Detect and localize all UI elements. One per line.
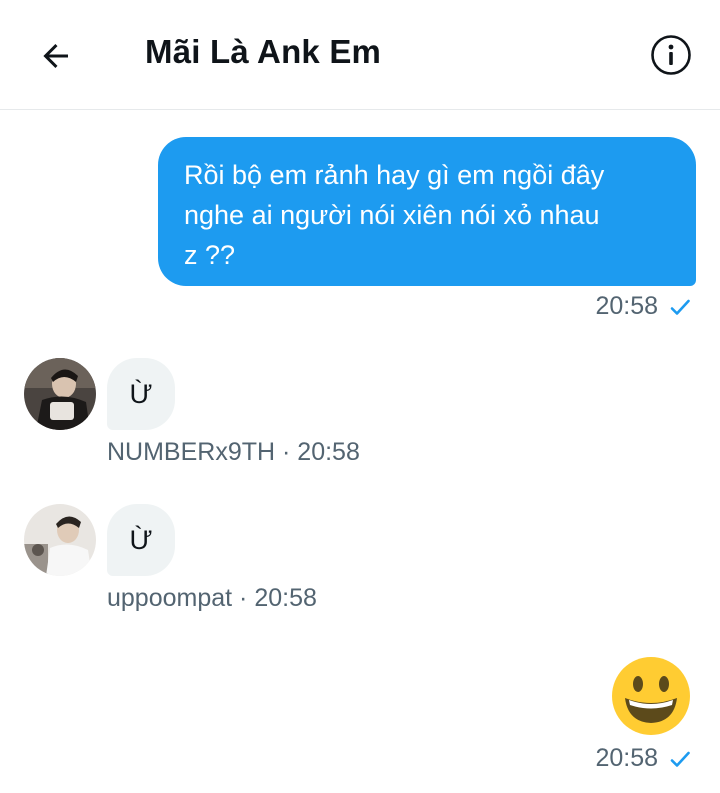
conversation-header: Mãi Là Ank Em [0,0,720,110]
avatar[interactable] [24,358,96,430]
message-time: 20:58 [297,438,360,466]
meta-separator: · [275,438,298,466]
message-time: 20:58 [595,292,658,320]
message-text: Ừ [129,524,153,555]
conversation-title: Mãi Là Ank Em [145,33,382,70]
message-meta: 20:58 [595,292,692,321]
grinning-face-emoji[interactable] [611,656,691,736]
message-time: 20:58 [595,744,658,772]
sender-name[interactable]: NUMBERx9TH [107,438,275,466]
outgoing-message-bubble[interactable]: Rồi bộ em rảnh hay gì em ngồi đây nghe a… [158,137,696,286]
incoming-message-bubble[interactable]: Ừ [107,358,175,430]
check-icon [670,751,690,767]
check-icon [670,299,690,315]
avatar[interactable] [24,504,96,576]
info-button[interactable] [649,33,693,77]
message-line: z ?? [184,240,236,270]
message-text: Ừ [129,378,153,409]
info-circle-icon [651,35,691,75]
avatar-photo [24,358,96,430]
message-line: Rồi bộ em rảnh hay gì em ngồi đây [184,160,605,190]
arrow-left-icon [43,44,68,68]
avatar-photo [24,504,96,576]
back-button[interactable] [34,34,78,78]
message-time: 20:58 [254,584,317,612]
message-meta: NUMBERx9TH · 20:58 [107,438,360,467]
message-line: nghe ai người nói xiên nói xỏ nhau [184,200,600,230]
sender-name[interactable]: uppoompat [107,584,232,612]
meta-separator: · [232,584,255,612]
incoming-message-bubble[interactable]: Ừ [107,504,175,576]
message-meta: uppoompat · 20:58 [107,584,317,613]
message-meta: 20:58 [595,744,692,773]
